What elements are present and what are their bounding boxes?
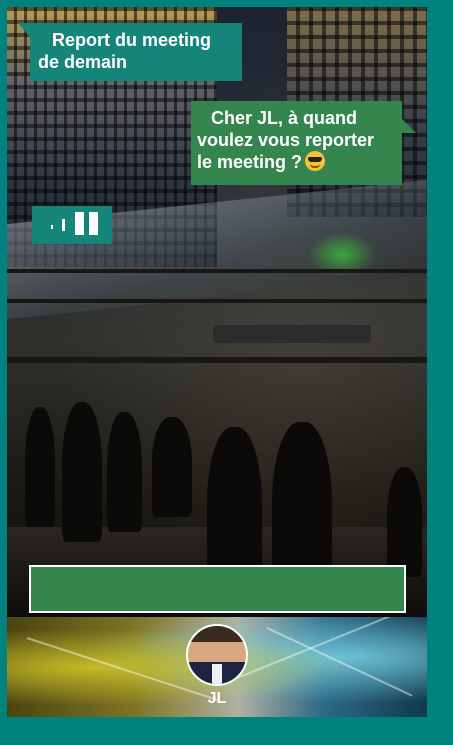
message-text-line: Cher JL, à quand [211, 108, 358, 128]
contact-bar: JL [7, 617, 427, 717]
audio-waveform-icon [75, 212, 84, 235]
audio-message-bubble[interactable] [32, 206, 112, 244]
background-photo [7, 7, 427, 617]
background-station-sign [213, 325, 371, 343]
message-text-line: de demain [38, 52, 128, 72]
background-streak [236, 617, 414, 679]
background-person [107, 412, 142, 532]
received-message-bubble[interactable]: Report du meeting de demain [18, 23, 242, 81]
contact-name: JL [207, 690, 227, 707]
sent-message-bubble[interactable]: Cher JL, à quand voulez vous reporter le… [191, 101, 416, 185]
background-person [25, 407, 55, 527]
background-beam [7, 269, 427, 273]
audio-waveform-icon [89, 212, 98, 235]
message-text-line: voulez vous reporter [197, 130, 375, 150]
message-input[interactable] [29, 565, 406, 613]
message-text-line: le meeting ? [197, 152, 303, 172]
background-person [62, 402, 102, 542]
smiling-face-with-sunglasses-icon [305, 151, 326, 171]
background-person [387, 467, 422, 577]
audio-waveform-icon [51, 225, 53, 229]
contact-avatar[interactable] [186, 624, 248, 686]
audio-waveform-icon [62, 219, 65, 231]
background-beam [7, 357, 427, 363]
background-person [152, 417, 192, 517]
background-beam [7, 299, 427, 303]
message-text-line: Report du meeting [52, 30, 212, 50]
